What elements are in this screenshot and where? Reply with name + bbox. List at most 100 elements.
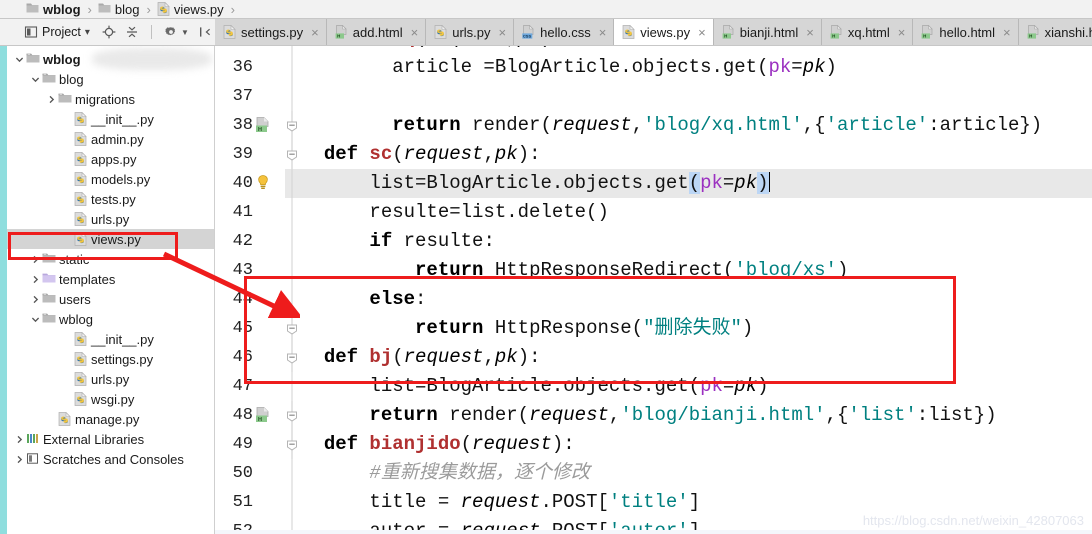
code-line[interactable]: 42 if resulte: <box>215 227 1092 256</box>
tree-item-admin-py[interactable]: admin.py <box>7 129 214 149</box>
hide-panel-icon[interactable] <box>198 25 212 39</box>
code-text: def bianjido(request): <box>323 433 575 455</box>
svg-text:H: H <box>1029 34 1032 39</box>
editor-tab-add-html[interactable]: Hadd.html × <box>326 19 427 45</box>
breadcrumb-item-wblog[interactable]: wblog <box>26 0 81 19</box>
tree-item-manage-py[interactable]: manage.py <box>7 409 214 429</box>
code-fold-toggle-icon[interactable] <box>285 111 301 140</box>
code-line[interactable]: 50 #重新搜集数据，逐个修改 <box>215 459 1092 488</box>
code-line[interactable]: 49 def bianjido(request): <box>215 430 1092 459</box>
chevron-right-icon[interactable] <box>29 295 42 304</box>
code-text: return render(request,'blog/bianji.html'… <box>369 404 997 426</box>
editor-tab-settings-py[interactable]: settings.py × <box>215 19 327 45</box>
code-line[interactable]: 38 H return render(request,'blog/xq.html'… <box>215 111 1092 140</box>
breadcrumb-label: wblog <box>43 1 81 17</box>
tree-item-__init__-py[interactable]: __init__.py <box>7 109 214 129</box>
code-fold-toggle-icon[interactable] <box>285 140 301 169</box>
line-number: 42 <box>232 232 253 251</box>
tree-item-external-libraries[interactable]: External Libraries <box>7 429 214 449</box>
code-line[interactable]: 48 H return render(request,'blog/bianji.h… <box>215 401 1092 430</box>
project-tool-button[interactable]: Project ▾ <box>24 25 90 39</box>
tab-close-icon[interactable]: × <box>411 25 419 40</box>
editor-tab-xianshi-htm[interactable]: Hxianshi.htm <box>1018 19 1092 45</box>
code-fold-toggle-icon[interactable] <box>285 401 301 430</box>
tree-item-__init__-py[interactable]: __init__.py <box>7 329 214 349</box>
pycharm-window: wblog › blog › views.py › Project ▾ ▼ se… <box>0 0 1092 534</box>
code-fold-toggle-icon[interactable] <box>285 430 301 459</box>
tree-item-settings-py[interactable]: settings.py <box>7 349 214 369</box>
line-number: 45 <box>232 319 253 338</box>
tree-item-scratches-and-consoles[interactable]: Scratches and Consoles <box>7 449 214 469</box>
code-line[interactable]: 46 def bj(request,pk): <box>215 343 1092 372</box>
intention-lightbulb-icon[interactable] <box>255 169 285 198</box>
tab-close-icon[interactable]: × <box>806 25 814 40</box>
chevron-right-icon[interactable] <box>13 455 26 464</box>
code-line[interactable]: 35 def xq(request,pk): <box>215 46 1092 53</box>
code-line[interactable]: 44 else: <box>215 285 1092 314</box>
chevron-right-icon[interactable] <box>45 95 58 104</box>
editor-tab-xq-html[interactable]: Hxq.html × <box>821 19 914 45</box>
collapse-all-icon[interactable] <box>125 25 139 39</box>
tree-item-models-py[interactable]: models.py <box>7 169 214 189</box>
tree-item-label: __init__.py <box>91 331 154 347</box>
code-line[interactable]: 39 def sc(request,pk): <box>215 140 1092 169</box>
code-line[interactable]: 37 <box>215 82 1092 111</box>
folder-icon <box>42 72 56 86</box>
tree-item-views-py[interactable]: views.py <box>7 229 214 249</box>
settings-gear-icon[interactable] <box>164 25 178 39</box>
chevron-right-icon[interactable] <box>29 255 42 264</box>
chevron-down-icon[interactable] <box>29 75 42 84</box>
tree-item-users[interactable]: users <box>7 289 214 309</box>
tree-item-urls-py[interactable]: urls.py <box>7 209 214 229</box>
breadcrumb-item-blog[interactable]: blog <box>98 0 139 19</box>
editor-tab-bianji-html[interactable]: Hbianji.html × <box>713 19 822 45</box>
tab-close-icon[interactable]: × <box>698 25 706 40</box>
code-fold-toggle-icon[interactable] <box>285 314 301 343</box>
code-line[interactable]: 41 resulte=list.delete() <box>215 198 1092 227</box>
python-file-icon <box>622 25 636 39</box>
line-number: 38 <box>232 116 253 135</box>
project-tree[interactable]: wblog blog migrations __init__.py admin.py ap… <box>7 46 215 534</box>
tree-item-templates[interactable]: templates <box>7 269 214 289</box>
tree-item-migrations[interactable]: migrations <box>7 89 214 109</box>
chevron-right-icon[interactable] <box>13 435 26 444</box>
breadcrumb-item-viewspy[interactable]: views.py <box>157 0 224 19</box>
tab-close-icon[interactable]: × <box>599 25 607 40</box>
svg-text:H: H <box>337 34 340 39</box>
tree-item-tests-py[interactable]: tests.py <box>7 189 214 209</box>
editor-tab-views-py[interactable]: views.py × <box>614 19 714 45</box>
gutter-empty <box>255 459 285 488</box>
editor-tab-hello-html[interactable]: Hhello.html × <box>913 19 1019 45</box>
chevron-down-icon[interactable]: ▼ <box>181 28 189 37</box>
html-file-gutter-icon[interactable]: H <box>255 401 285 430</box>
tree-item-static[interactable]: static <box>7 249 214 269</box>
code-fold-toggle-icon[interactable] <box>285 343 301 372</box>
tree-item-blog[interactable]: blog <box>7 69 214 89</box>
chevron-down-icon[interactable] <box>13 55 26 64</box>
editor-tab-hello-css[interactable]: CSS hello.css × <box>514 19 615 45</box>
chevron-right-icon[interactable] <box>29 275 42 284</box>
tab-close-icon[interactable]: × <box>499 25 507 40</box>
tree-item-urls-py[interactable]: urls.py <box>7 369 214 389</box>
code-editor[interactable]: 35 def xq(request,pk):36 article =BlogAr… <box>215 46 1092 534</box>
tree-item-wblog[interactable]: wblog <box>7 309 214 329</box>
line-number: 41 <box>232 203 253 222</box>
tree-item-apps-py[interactable]: apps.py <box>7 149 214 169</box>
tab-close-icon[interactable]: × <box>1003 25 1011 40</box>
code-line[interactable]: 40 list=BlogArticle.objects.get(pk=pk) <box>215 169 1092 198</box>
tree-item-wsgi-py[interactable]: wsgi.py <box>7 389 214 409</box>
code-line[interactable]: 43 return HttpResponseRedirect('blog/xs'… <box>215 256 1092 285</box>
tab-close-icon[interactable]: × <box>311 25 319 40</box>
fold-guide <box>285 488 301 517</box>
code-line[interactable]: 36 article =BlogArticle.objects.get(pk=p… <box>215 53 1092 82</box>
tab-close-icon[interactable]: × <box>898 25 906 40</box>
html-file-gutter-icon[interactable]: H <box>255 111 285 140</box>
chevron-down-icon[interactable]: ▾ <box>85 27 90 38</box>
editor-tab-urls-py[interactable]: urls.py × <box>426 19 515 45</box>
folder-icon <box>26 2 39 16</box>
chevron-down-icon[interactable] <box>29 315 42 324</box>
code-line[interactable]: 47 list=BlogArticle.objects.get(pk=pk) <box>215 372 1092 401</box>
locate-target-icon[interactable] <box>102 25 116 39</box>
svg-text:H: H <box>724 34 727 39</box>
code-line[interactable]: 45 return HttpResponse("删除失败") <box>215 314 1092 343</box>
